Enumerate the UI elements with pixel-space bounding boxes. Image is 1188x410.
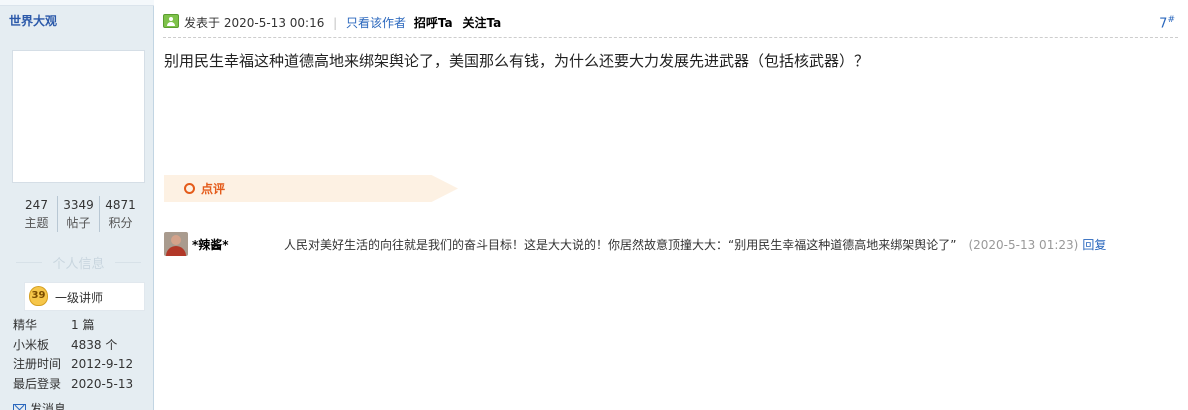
info-key: 小米板	[13, 337, 50, 352]
info-row-last-login: 最后登录 2020-5-13	[13, 375, 148, 395]
info-value: 4838 个	[71, 337, 118, 352]
info-value: 1 篇	[71, 318, 95, 332]
rank-badge-icon: 39	[29, 286, 48, 306]
comment-circle-icon	[184, 183, 195, 194]
author-sidebar: 世界大观 247 主题 3349 帖子 4871 积分 个人信息 39 一级讲师…	[0, 0, 154, 410]
rank-box: 39 一级讲师	[24, 282, 145, 311]
info-key: 注册时间	[13, 357, 62, 371]
comment-label: 点评	[201, 182, 226, 196]
stat-posts-label: 帖子	[66, 216, 91, 230]
stat-posts-value: 3349	[63, 198, 94, 212]
stat-points[interactable]: 4871 积分	[100, 196, 141, 232]
online-status-icon	[163, 14, 179, 28]
floor-number-link[interactable]: 7#	[1159, 15, 1175, 31]
floor-mark: #	[1167, 15, 1175, 25]
post-meta: 发表于 2020-5-13 00:16 | 只看该作者 招呼Ta 关注Ta	[184, 14, 501, 31]
author-avatar[interactable]	[12, 50, 145, 183]
stat-points-value: 4871	[105, 198, 136, 212]
author-username-link[interactable]: 世界大观	[9, 12, 57, 29]
comment-reply-link[interactable]: 回复	[1082, 238, 1106, 252]
stat-points-label: 积分	[108, 216, 133, 230]
send-message-link[interactable]: 发消息	[13, 400, 66, 410]
info-value: 2020-5-13	[71, 376, 134, 391]
comment-text-line: 人民对美好生活的向往就是我们的奋斗目标！这是大大说的！你居然故意顶撞大大：“别用…	[284, 236, 1106, 253]
commenter-username[interactable]: *辣酱*	[192, 236, 229, 253]
stat-topics-label: 主题	[24, 216, 49, 230]
author-stats: 247 主题 3349 帖子 4871 积分	[16, 196, 141, 232]
comment-item: *辣酱* 人民对美好生活的向往就是我们的奋斗目标！这是大大说的！你居然故意顶撞大…	[164, 230, 1174, 260]
info-row-registered: 注册时间 2012-9-12	[13, 355, 148, 375]
only-author-link[interactable]: 只看该作者	[346, 16, 406, 30]
author-info-table: 精华 1 篇 小米板 4838 个 注册时间 2012-9-12 最后登录 20…	[13, 316, 148, 394]
info-value: 2012-9-12	[71, 357, 134, 371]
comment-time: (2020-5-13 01:23)	[968, 238, 1079, 252]
post-header: 发表于 2020-5-13 00:16 | 只看该作者 招呼Ta 关注Ta 7#	[163, 10, 1178, 38]
sidebar-top-border	[0, 0, 154, 6]
personal-info-title: 个人信息	[12, 253, 145, 272]
posted-label: 发表于	[184, 16, 221, 30]
info-key: 精华	[13, 318, 38, 332]
send-message-label: 发消息	[30, 402, 67, 410]
stat-posts[interactable]: 3349 帖子	[58, 196, 100, 232]
commenter-avatar[interactable]	[164, 232, 188, 256]
follow-link[interactable]: 关注Ta	[462, 16, 501, 30]
stat-topics-value: 247	[25, 198, 48, 212]
info-key: 最后登录	[13, 376, 62, 391]
post-main: 发表于 2020-5-13 00:16 | 只看该作者 招呼Ta 关注Ta 7#…	[155, 0, 1188, 410]
info-row-digest: 精华 1 篇	[13, 316, 148, 336]
mail-icon	[13, 404, 26, 410]
rank-label: 一级讲师	[55, 291, 104, 305]
posted-time: 2020-5-13 00:16	[223, 16, 325, 30]
post-content: 别用民生幸福这种道德高地来绑架舆论了，美国那么有钱，为什么还要大力发展先进武器（…	[164, 52, 870, 70]
info-row-board: 小米板 4838 个	[13, 336, 148, 356]
greet-link[interactable]: 招呼Ta	[414, 16, 453, 30]
comment-section-header: 点评	[164, 175, 458, 202]
separator: |	[333, 16, 338, 30]
comment-text: 人民对美好生活的向往就是我们的奋斗目标！这是大大说的！你居然故意顶撞大大：“别用…	[284, 238, 957, 252]
stat-topics[interactable]: 247 主题	[16, 196, 58, 232]
